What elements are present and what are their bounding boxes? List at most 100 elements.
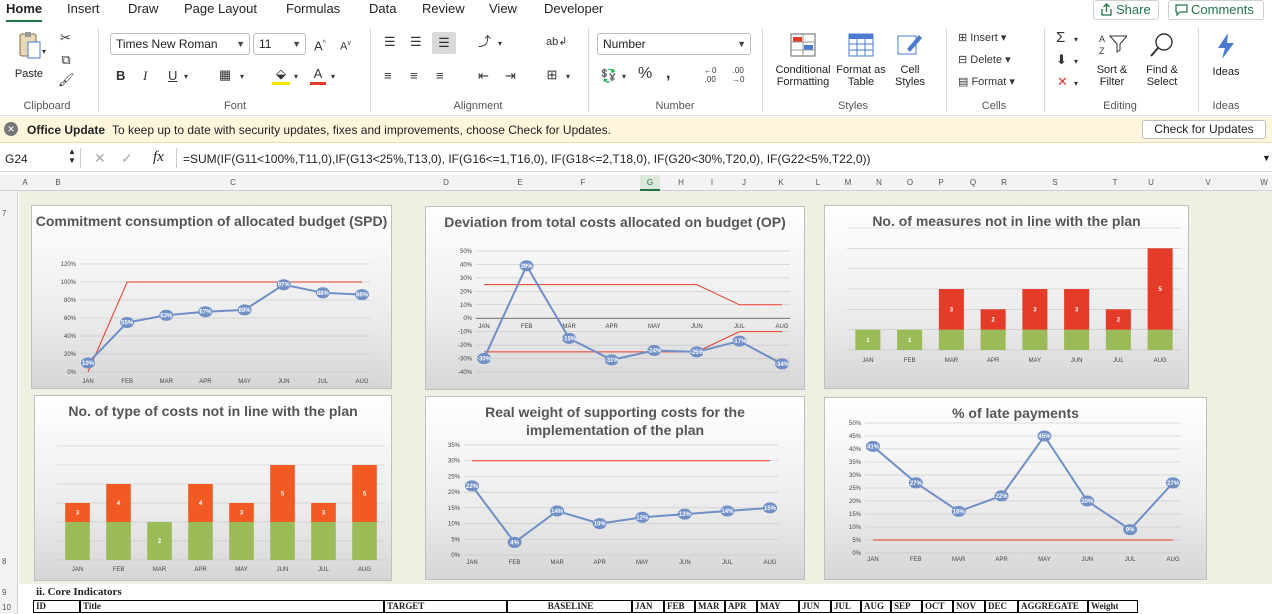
borders-icon[interactable]: ▦: [216, 67, 234, 83]
font-color-icon[interactable]: A: [310, 66, 326, 85]
tab-data[interactable]: Data: [369, 0, 396, 18]
table-header-jun[interactable]: JUN: [799, 600, 831, 613]
chevron-down-icon[interactable]: ▾: [1074, 54, 1078, 70]
chart-deviation[interactable]: Deviation from total costs allocated on …: [425, 206, 805, 390]
column-header-c[interactable]: C: [223, 175, 243, 191]
tab-developer[interactable]: Developer: [544, 0, 603, 18]
chart-measures[interactable]: No. of measures not in line with the pla…: [824, 205, 1189, 389]
expand-formula-icon[interactable]: ▼: [1262, 153, 1271, 163]
chevron-down-icon[interactable]: ▾: [1074, 76, 1078, 92]
merge-center-icon[interactable]: ⊞: [544, 67, 560, 83]
table-header-id[interactable]: ID: [33, 600, 80, 613]
close-circle-icon[interactable]: ✕: [4, 122, 18, 136]
tab-review[interactable]: Review: [422, 0, 465, 18]
autosum-icon[interactable]: Σ: [1056, 30, 1065, 46]
column-header-q[interactable]: Q: [963, 175, 983, 191]
column-header-l[interactable]: L: [808, 175, 828, 191]
format-as-table-button[interactable]: Format as Table: [836, 32, 886, 88]
tab-view[interactable]: View: [489, 0, 517, 18]
column-header-a[interactable]: A: [15, 175, 35, 191]
table-header-jul[interactable]: JUL: [831, 600, 861, 613]
align-right-icon[interactable]: ≡: [436, 68, 444, 84]
increase-decimal-icon[interactable]: ←0.00: [704, 66, 716, 84]
decrease-indent-icon[interactable]: ⇤: [478, 68, 489, 84]
row-header[interactable]: 9: [0, 588, 18, 597]
increase-indent-icon[interactable]: ⇥: [505, 68, 516, 84]
table-header-may[interactable]: MAY: [757, 600, 799, 613]
table-header-dec[interactable]: DEC: [985, 600, 1018, 613]
format-painter-icon[interactable]: 🖌: [58, 72, 75, 88]
column-header-m[interactable]: M: [838, 175, 858, 191]
clear-icon[interactable]: ✕: [1057, 74, 1068, 90]
sheet-area[interactable]: Commitment consumption of allocated budg…: [19, 191, 1272, 591]
bold-button[interactable]: B: [116, 68, 125, 84]
column-header-p[interactable]: P: [931, 175, 951, 191]
chart-costs[interactable]: No. of type of costs not in line with th…: [34, 395, 392, 581]
sort-filter-button[interactable]: AZ Sort & Filter: [1092, 32, 1132, 88]
comments-button[interactable]: Comments: [1168, 0, 1264, 20]
cut-icon[interactable]: ✂: [60, 30, 71, 46]
column-header-e[interactable]: E: [510, 175, 530, 191]
decrease-decimal-icon[interactable]: .00 →0: [732, 66, 744, 84]
align-center-icon[interactable]: ≡: [410, 68, 418, 84]
orientation-icon[interactable]: ⤴: [478, 34, 491, 50]
chevron-down-icon[interactable]: ▾: [1074, 32, 1078, 48]
currency-icon[interactable]: 💱: [600, 68, 618, 84]
ideas-button[interactable]: Ideas: [1206, 32, 1246, 78]
table-header-jan[interactable]: JAN: [632, 600, 664, 613]
cell-styles-button[interactable]: Cell Styles: [888, 32, 932, 88]
table-header-title[interactable]: Title: [80, 600, 384, 613]
increase-font-icon[interactable]: A^: [314, 36, 326, 54]
comma-style-icon[interactable]: ,: [666, 66, 670, 82]
number-format-select[interactable]: Number ▼: [597, 33, 751, 55]
find-select-button[interactable]: Find & Select: [1140, 32, 1184, 88]
column-header-t[interactable]: T: [1105, 175, 1125, 191]
column-header-g[interactable]: G: [640, 175, 660, 191]
column-header-d[interactable]: D: [436, 175, 456, 191]
font-size-select[interactable]: 11 ▼: [253, 33, 306, 55]
row-header[interactable]: 8: [0, 557, 18, 566]
chevron-down-icon[interactable]: ▾: [184, 69, 188, 85]
underline-button[interactable]: U: [168, 68, 177, 84]
chart-weight[interactable]: Real weight of supporting costs for the …: [425, 396, 805, 580]
name-box-stepper-icon[interactable]: ▲ ▼: [68, 147, 76, 165]
decrease-font-icon[interactable]: Av: [340, 36, 351, 55]
tab-home[interactable]: Home: [6, 0, 43, 23]
italic-button[interactable]: I: [143, 68, 147, 84]
align-bottom-icon[interactable]: ☰: [432, 32, 456, 54]
table-header-aggregate[interactable]: AGGREGATE: [1018, 600, 1088, 613]
table-header-aug[interactable]: AUG: [861, 600, 891, 613]
row-header[interactable]: 10: [0, 603, 18, 612]
table-header-feb[interactable]: FEB: [664, 600, 695, 613]
column-header-i[interactable]: I: [702, 175, 722, 191]
format-cells-button[interactable]: ▤ Format ▾: [958, 74, 1015, 90]
chart-late-payments[interactable]: % of late payments 0% 5% 10% 15% 20% 25% 30% 35%…: [824, 397, 1207, 580]
table-header-apr[interactable]: APR: [725, 600, 757, 613]
column-header-n[interactable]: N: [869, 175, 889, 191]
conditional-formatting-button[interactable]: Conditional Formatting: [770, 32, 836, 88]
column-header-b[interactable]: B: [48, 175, 68, 191]
font-name-select[interactable]: Times New Roman ▼: [110, 33, 250, 55]
align-left-icon[interactable]: ≡: [384, 68, 392, 84]
tab-formulas[interactable]: Formulas: [286, 0, 340, 18]
align-top-icon[interactable]: ☰: [384, 34, 396, 50]
row-header[interactable]: 7: [0, 209, 18, 218]
percent-button[interactable]: %: [638, 66, 652, 82]
column-header-s[interactable]: S: [1045, 175, 1065, 191]
column-header-r[interactable]: R: [994, 175, 1014, 191]
name-box[interactable]: G24: [5, 152, 28, 166]
wrap-text-icon[interactable]: ab↲: [546, 34, 567, 50]
share-button[interactable]: Share: [1093, 0, 1159, 20]
tab-page-layout[interactable]: Page Layout: [184, 0, 257, 18]
column-header-w[interactable]: W: [1254, 175, 1272, 191]
table-header-nov[interactable]: NOV: [953, 600, 985, 613]
tab-draw[interactable]: Draw: [128, 0, 158, 18]
check-icon[interactable]: ✓: [121, 150, 133, 167]
table-header-mar[interactable]: MAR: [695, 600, 725, 613]
chevron-down-icon[interactable]: ▾: [294, 69, 298, 85]
column-header-h[interactable]: H: [671, 175, 691, 191]
table-header-target[interactable]: TARGET: [384, 600, 507, 613]
tab-insert[interactable]: Insert: [67, 0, 100, 18]
fill-icon[interactable]: ⬇: [1056, 52, 1067, 68]
chevron-down-icon[interactable]: ▾: [498, 36, 502, 52]
